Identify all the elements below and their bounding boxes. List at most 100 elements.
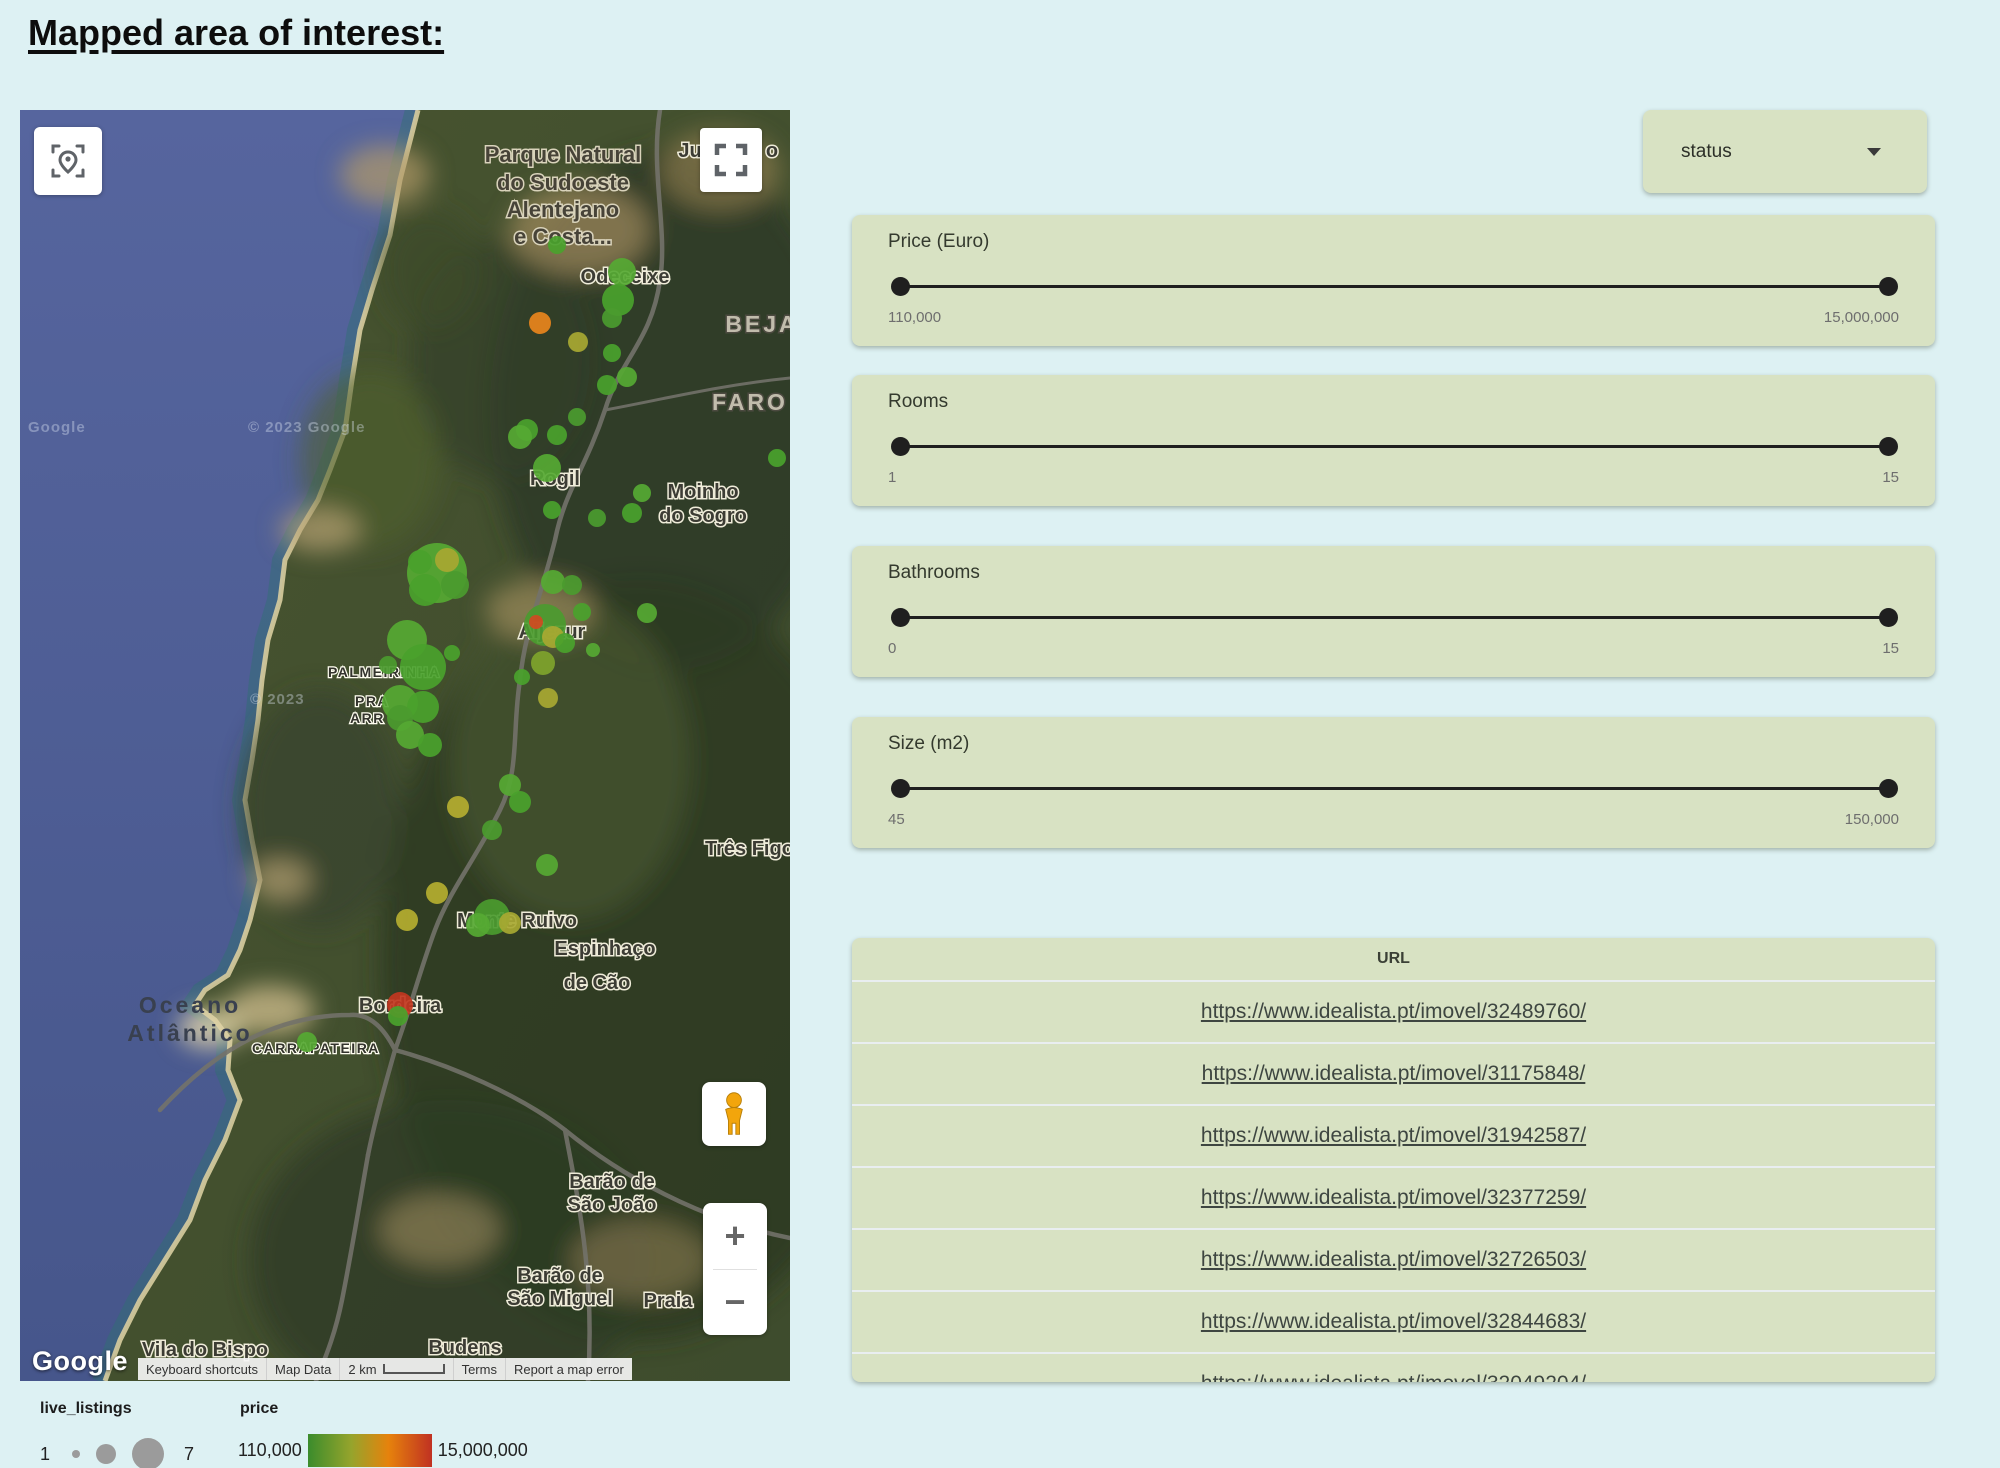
- slider-handle-min[interactable]: [891, 437, 910, 456]
- status-dropdown[interactable]: status: [1643, 110, 1927, 193]
- scale-bar-icon: [383, 1364, 445, 1374]
- map-label: © 2023 Google: [248, 419, 365, 436]
- listing-marker[interactable]: [409, 574, 441, 606]
- listing-marker[interactable]: [538, 688, 558, 708]
- url-column-header: URL: [852, 938, 1935, 980]
- zoom-out-button[interactable]: −: [703, 1270, 767, 1336]
- map-label: Parque Natural: [485, 142, 642, 167]
- filter-label: Rooms: [888, 391, 948, 413]
- listing-marker[interactable]: [533, 454, 561, 482]
- map-label: Espinhaço: [554, 938, 655, 960]
- listing-marker[interactable]: [536, 854, 558, 876]
- slider-track[interactable]: [900, 445, 1889, 448]
- map-attribution: Keyboard shortcuts Map Data 2 km Terms R…: [138, 1358, 632, 1380]
- listing-marker[interactable]: [573, 603, 591, 621]
- terms-link[interactable]: Terms: [453, 1358, 505, 1380]
- size-legend-max: 7: [184, 1444, 194, 1465]
- map-label: de Cão: [564, 972, 631, 994]
- listing-marker[interactable]: [508, 425, 532, 449]
- listing-marker[interactable]: [408, 550, 432, 574]
- price-range-slider: [900, 277, 1889, 297]
- listing-marker[interactable]: [597, 375, 617, 395]
- listing-marker[interactable]: [568, 408, 586, 426]
- listing-marker[interactable]: [633, 484, 651, 502]
- slider-handle-max[interactable]: [1879, 608, 1898, 627]
- listing-marker[interactable]: [603, 344, 621, 362]
- keyboard-shortcuts-link[interactable]: Keyboard shortcuts: [138, 1358, 266, 1380]
- listing-marker[interactable]: [447, 796, 469, 818]
- listing-marker[interactable]: [509, 791, 531, 813]
- listing-marker[interactable]: [586, 643, 600, 657]
- listing-link[interactable]: https://www.idealista.pt/imovel/32726503…: [1201, 1248, 1586, 1272]
- map-label: Três Figo: [705, 838, 790, 860]
- table-row: https://www.idealista.pt/imovel/32377259…: [852, 1166, 1935, 1228]
- listing-marker[interactable]: [441, 571, 469, 599]
- listing-marker[interactable]: [768, 449, 786, 467]
- listing-marker[interactable]: [426, 882, 448, 904]
- slider-min-value: 0: [888, 640, 896, 657]
- listing-link[interactable]: https://www.idealista.pt/imovel/32049204…: [1201, 1372, 1586, 1382]
- slider-track[interactable]: [900, 616, 1889, 619]
- listing-marker[interactable]: [529, 615, 543, 629]
- map-data-link[interactable]: Map Data: [266, 1358, 339, 1380]
- listing-marker[interactable]: [541, 570, 565, 594]
- listing-marker[interactable]: [548, 236, 566, 254]
- listing-marker[interactable]: [568, 332, 588, 352]
- listing-marker[interactable]: [637, 603, 657, 623]
- listing-marker[interactable]: [418, 733, 442, 757]
- rooms-range-slider: [900, 437, 1889, 457]
- listing-marker[interactable]: [608, 258, 636, 286]
- listing-marker[interactable]: [617, 367, 637, 387]
- listing-marker[interactable]: [602, 308, 622, 328]
- listing-marker[interactable]: [435, 548, 459, 572]
- slider-handle-max[interactable]: [1879, 277, 1898, 296]
- listing-marker[interactable]: [562, 575, 582, 595]
- map-label: Ju: [678, 140, 701, 162]
- listing-marker[interactable]: [379, 656, 397, 674]
- listing-link[interactable]: https://www.idealista.pt/imovel/32844683…: [1201, 1310, 1586, 1334]
- listing-marker[interactable]: [388, 1006, 408, 1026]
- listing-link[interactable]: https://www.idealista.pt/imovel/31942587…: [1201, 1124, 1586, 1148]
- listing-marker[interactable]: [297, 1032, 317, 1052]
- page: Mapped area of interest:: [0, 0, 2000, 1468]
- pegman-button[interactable]: [702, 1082, 766, 1146]
- size-dot-small-icon: [72, 1450, 80, 1458]
- listing-marker[interactable]: [547, 425, 567, 445]
- slider-track[interactable]: [900, 285, 1889, 288]
- listing-link[interactable]: https://www.idealista.pt/imovel/32377259…: [1201, 1186, 1586, 1210]
- size-dot-large-icon: [132, 1438, 164, 1468]
- listing-marker[interactable]: [531, 651, 555, 675]
- bathrooms-range-slider: [900, 608, 1889, 628]
- slider-handle-min[interactable]: [891, 779, 910, 798]
- listing-marker[interactable]: [400, 644, 446, 690]
- listing-marker[interactable]: [588, 509, 606, 527]
- listing-marker[interactable]: [543, 501, 561, 519]
- listing-marker[interactable]: [622, 503, 642, 523]
- map-label: Praia: [644, 1290, 694, 1312]
- map-label: Google: [28, 419, 86, 436]
- listing-link[interactable]: https://www.idealista.pt/imovel/32489760…: [1201, 1000, 1586, 1024]
- listing-marker[interactable]: [514, 669, 530, 685]
- filter-label: Price (Euro): [888, 231, 989, 253]
- slider-handle-max[interactable]: [1879, 437, 1898, 456]
- listing-marker[interactable]: [529, 312, 551, 334]
- listing-link[interactable]: https://www.idealista.pt/imovel/31175848…: [1202, 1062, 1586, 1086]
- zoom-in-button[interactable]: +: [703, 1203, 767, 1269]
- listing-marker[interactable]: [555, 633, 575, 653]
- table-row: https://www.idealista.pt/imovel/32489760…: [852, 980, 1935, 1042]
- fullscreen-button[interactable]: [700, 128, 762, 192]
- report-map-error-link[interactable]: Report a map error: [505, 1358, 632, 1380]
- listing-marker[interactable]: [482, 820, 502, 840]
- slider-handle-max[interactable]: [1879, 779, 1898, 798]
- listing-marker[interactable]: [444, 645, 460, 661]
- listing-marker[interactable]: [396, 909, 418, 931]
- listing-marker[interactable]: [499, 912, 521, 934]
- listing-marker[interactable]: [466, 913, 490, 937]
- slider-handle-min[interactable]: [891, 608, 910, 627]
- map-label: Atlântico: [127, 1020, 252, 1046]
- focus-marker-button[interactable]: [34, 127, 102, 195]
- map-canvas[interactable]: Google© 2023 Google© 2023Parque Naturald…: [20, 110, 790, 1381]
- google-logo[interactable]: Google: [32, 1346, 128, 1377]
- slider-track[interactable]: [900, 787, 1889, 790]
- slider-handle-min[interactable]: [891, 277, 910, 296]
